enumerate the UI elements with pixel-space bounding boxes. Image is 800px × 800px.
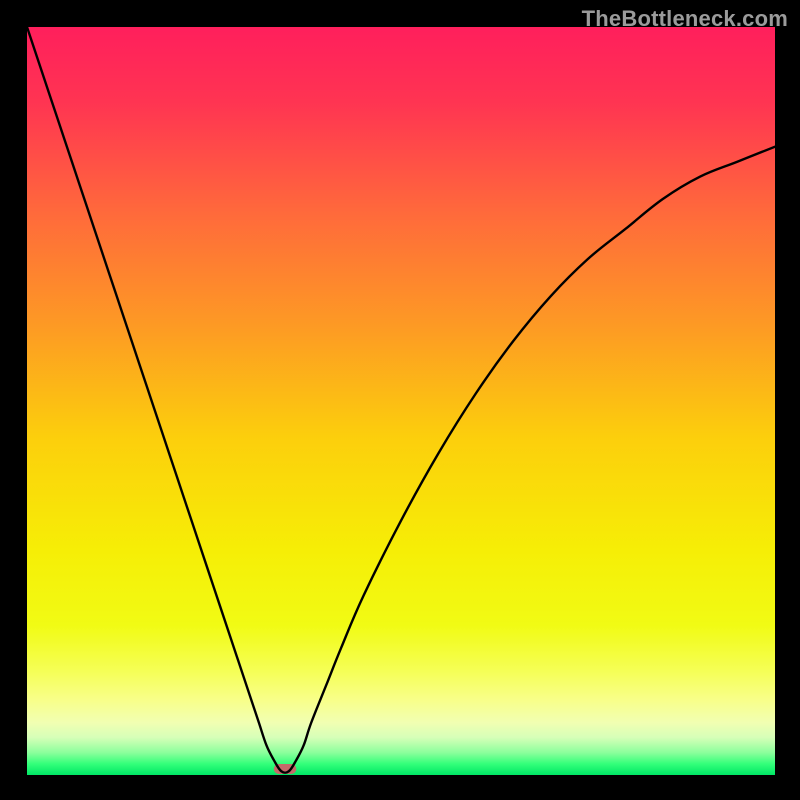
chart-frame: TheBottleneck.com — [0, 0, 800, 800]
bottleneck-curve — [27, 27, 775, 773]
watermark-text: TheBottleneck.com — [582, 6, 788, 32]
curve-layer — [27, 27, 775, 775]
plot-area — [27, 27, 775, 775]
